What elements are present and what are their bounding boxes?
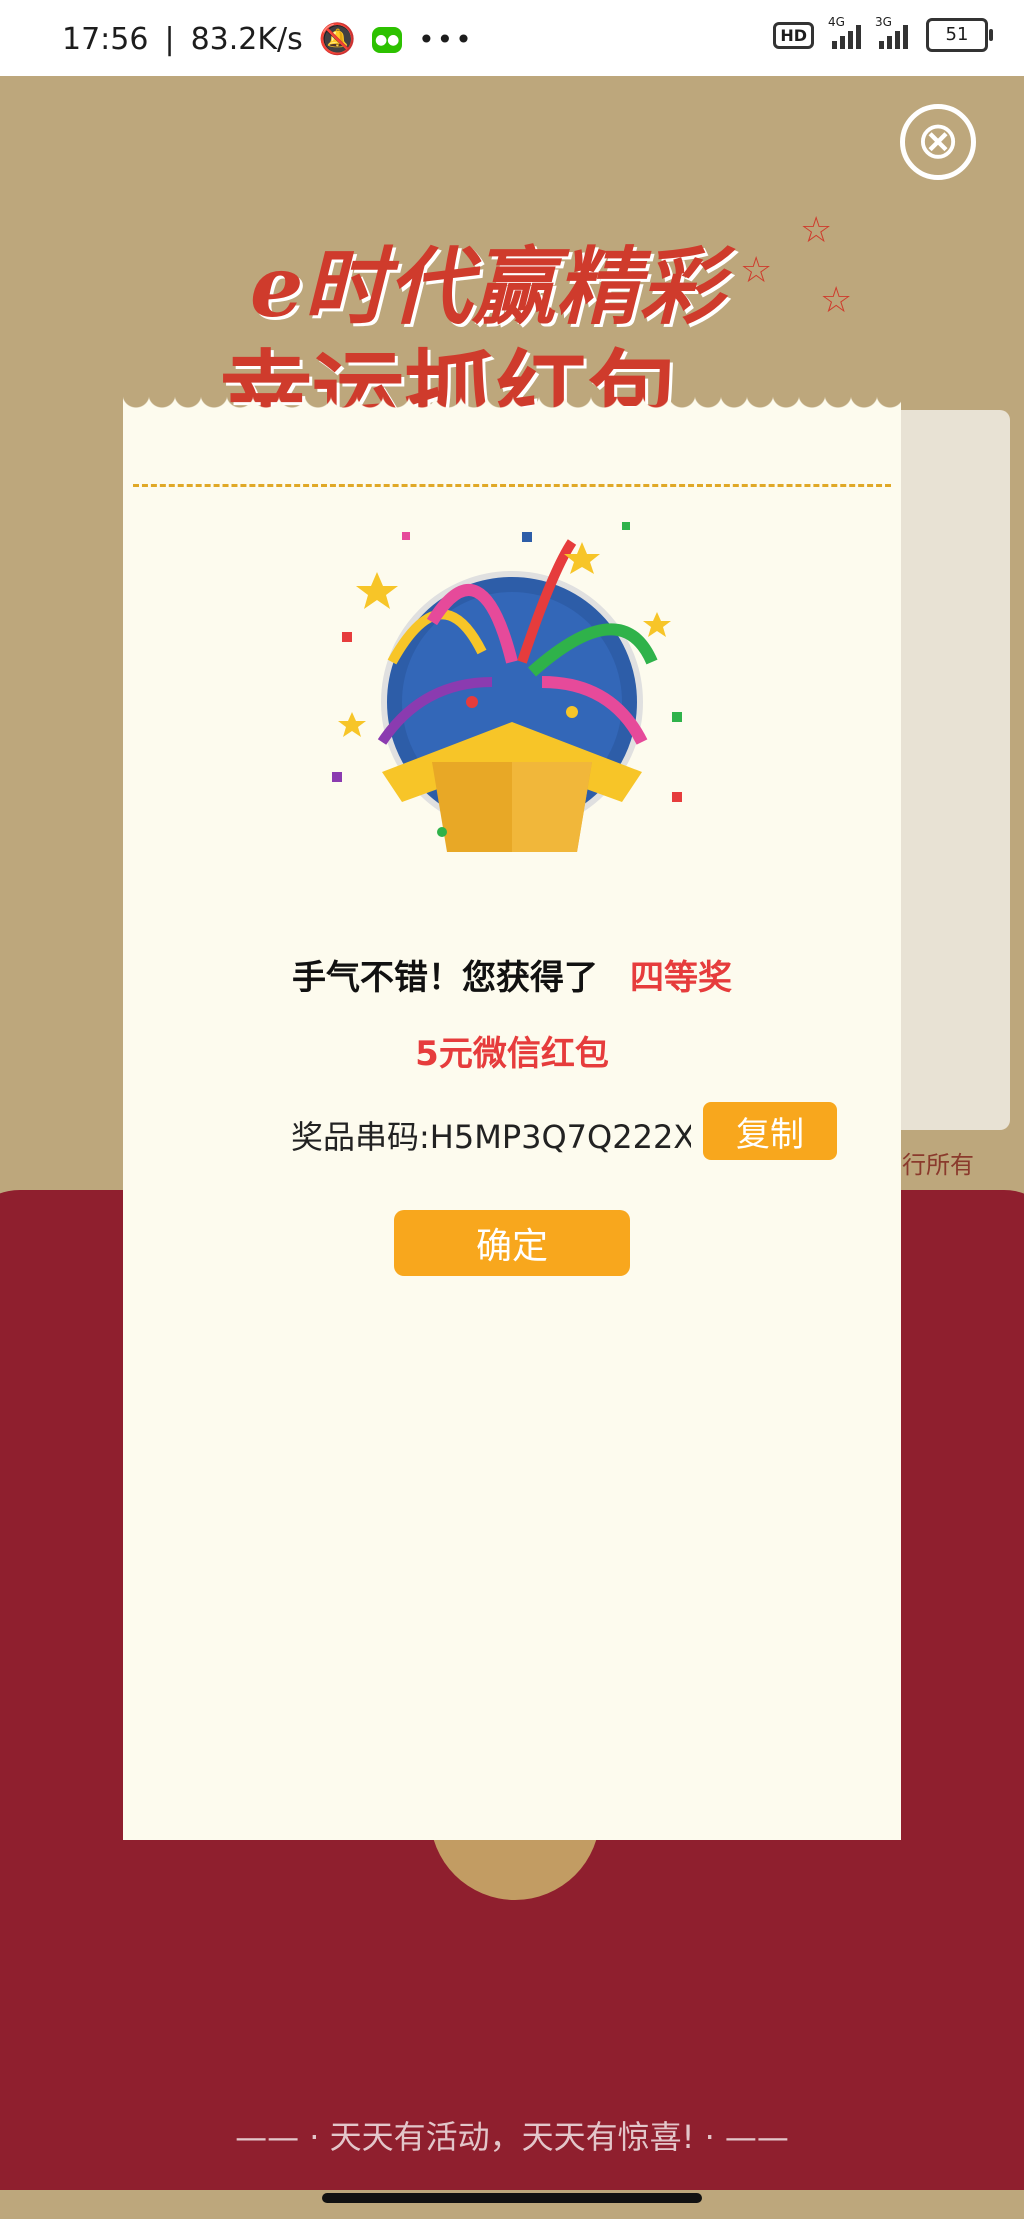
star-icon: ☆	[800, 210, 833, 251]
bell-muted-icon: 🔕	[318, 22, 357, 57]
prize-headline: 手气不错！您获得了 四等奖	[123, 950, 901, 999]
serial-label: 奖品串码:	[291, 1118, 430, 1156]
wechat-icon: ●●	[372, 26, 403, 53]
signal-icon-2: 3G	[875, 15, 908, 49]
footer-slogan: —— · 天天有活动，天天有惊喜! · ——	[235, 2118, 789, 2156]
star-icon: ☆	[740, 250, 773, 291]
network-type-2: 3G	[875, 15, 892, 29]
gift-box-celebration-icon	[332, 522, 682, 852]
network-speed: 83.2K/s	[190, 22, 303, 57]
copy-button[interactable]: 复制	[703, 1102, 837, 1160]
prize-dialog: 手气不错！您获得了四等奖 5元微信红包 奖品串码:H5MP3Q7Q222X289…	[123, 394, 901, 1840]
headline-text: 手气不错！您获得了	[292, 958, 598, 998]
background-side-text: 行所有	[902, 1151, 974, 1179]
home-indicator[interactable]	[322, 2193, 702, 2203]
close-icon: ⊗	[916, 111, 960, 171]
serial-code: H5MP3Q7Q222X289	[429, 1118, 691, 1156]
star-icon: ☆	[820, 280, 853, 321]
status-divider: |	[164, 22, 175, 57]
more-dots-icon: •••	[418, 23, 474, 56]
hd-badge: HD	[773, 21, 814, 49]
signal-icon: 4G	[828, 15, 861, 49]
dialog-divider	[133, 484, 891, 487]
battery-icon: 51	[926, 18, 993, 52]
confirm-button[interactable]: 确定	[394, 1210, 630, 1276]
serial-code-row: 奖品串码:H5MP3Q7Q222X289	[291, 1112, 691, 1158]
status-time: 17:56	[62, 22, 149, 57]
network-type-1: 4G	[828, 15, 845, 29]
close-button[interactable]: ⊗	[900, 104, 976, 180]
status-bar: 17:56 | 83.2K/s 🔕 ●● ••• HD 4G 3G 51	[0, 0, 1024, 76]
prize-level: 四等奖	[630, 958, 732, 998]
prize-name: 5元微信红包	[415, 1034, 609, 1074]
dialog-scalloped-edge	[123, 394, 901, 414]
